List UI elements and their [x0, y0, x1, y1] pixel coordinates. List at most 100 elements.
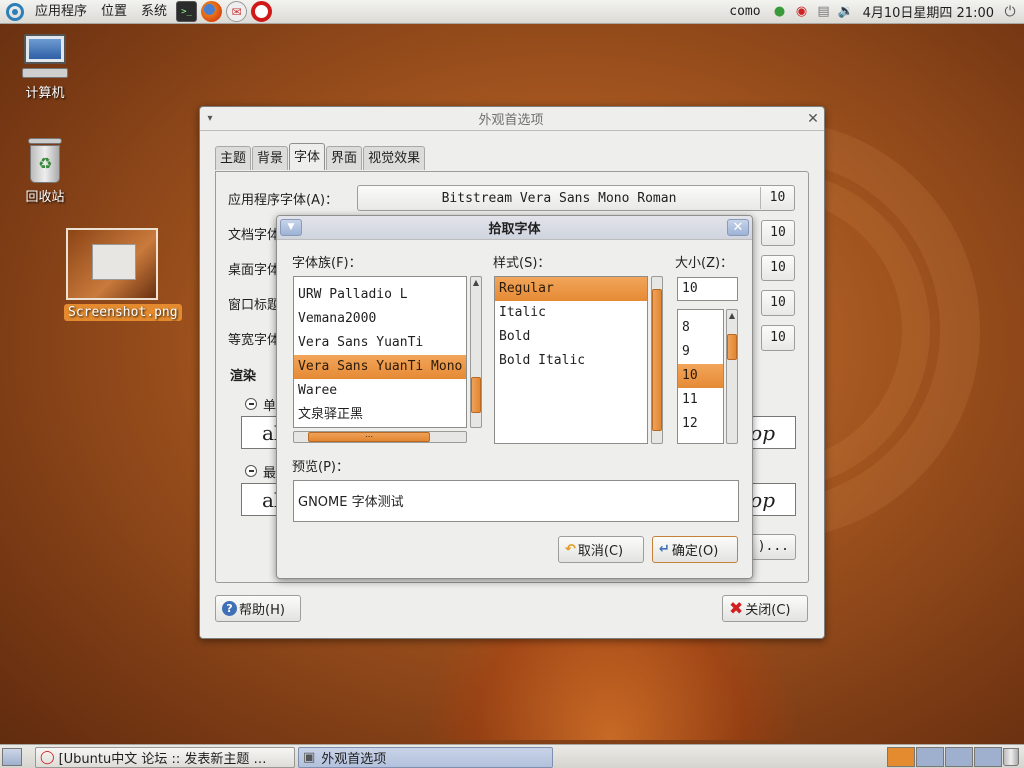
size-input[interactable]: 10 [677, 277, 738, 301]
taskbar-item-label: [Ubuntu中文 论坛 :: 发表新主题 … [58, 752, 267, 767]
family-item-selected[interactable]: Vera Sans YuanTi Mono [294, 355, 466, 379]
tab-interface[interactable]: 界面 [326, 146, 363, 170]
style-item[interactable]: Bold [495, 325, 647, 349]
family-item[interactable]: Vemana2000 [294, 307, 466, 331]
style-item[interactable]: Italic [495, 301, 647, 325]
scroll-thumb[interactable] [471, 377, 481, 413]
preview-field[interactable]: GNOME 字体测试 [293, 480, 739, 522]
taskbar-item-browser[interactable]: ◯ [Ubuntu中文 论坛 :: 发表新主题 … [35, 747, 295, 768]
close-button[interactable]: ✖ 关闭(C) [722, 595, 808, 622]
scroll-up-icon[interactable]: ▲ [471, 277, 481, 289]
workspace-3[interactable] [945, 747, 973, 767]
scroll-thumb[interactable]: ⋯ [308, 432, 430, 442]
menu-places[interactable]: 位置 [94, 0, 134, 24]
taskbar-item-appearance[interactable]: ▣ 外观首选项 [298, 747, 553, 768]
style-vscrollbar[interactable] [651, 276, 663, 444]
tab-theme[interactable]: 主题 [215, 146, 252, 170]
font-button-size: 10 [770, 295, 786, 310]
font-button-size: 10 [770, 260, 786, 275]
desktop-icon-label: 回收站 [25, 190, 65, 205]
style-item[interactable]: Bold Italic [495, 349, 647, 373]
window-title-font-button[interactable]: 10 [761, 290, 795, 316]
menu-applications[interactable]: 应用程序 [28, 0, 94, 24]
style-list[interactable]: Regular Italic Bold Bold Italic [494, 276, 648, 444]
window-titlebar[interactable]: ▾ 外观首选项 ✕ [200, 107, 824, 131]
rendering-radio-best[interactable] [245, 465, 257, 477]
network-icon[interactable]: ◉ [793, 3, 811, 21]
opera-icon: ◯ [40, 750, 55, 765]
size-vscrollbar[interactable]: ▲ [726, 309, 738, 444]
rendering-section-title: 渲染 [230, 369, 257, 384]
application-font-button[interactable]: Bitstream Vera Sans Mono Roman 10 [357, 185, 795, 211]
workspace-2[interactable] [916, 747, 944, 767]
show-desktop-icon[interactable] [2, 748, 22, 766]
shutdown-icon[interactable]: ⏻ [1000, 2, 1020, 22]
mail-launcher-icon[interactable]: ✉ [226, 1, 248, 22]
desktop-icon-screenshot[interactable]: Screenshot.png [64, 228, 182, 321]
family-item[interactable]: URW Palladio L [294, 283, 466, 307]
tab-visual-effects[interactable]: 视觉效果 [363, 146, 426, 170]
computer-icon [22, 34, 68, 80]
style-item-selected[interactable]: Regular [495, 277, 647, 301]
desktop-icon-computer[interactable]: 计算机 [0, 34, 90, 101]
window-menu-icon[interactable]: ▾ [200, 113, 220, 124]
desktop-icon-trash[interactable]: 回收站 [0, 138, 90, 205]
scroll-thumb[interactable] [727, 334, 737, 360]
font-button-name: Bitstream Vera Sans Mono Roman [441, 190, 677, 206]
family-hscrollbar[interactable]: ⋯ [293, 431, 467, 443]
tab-fonts[interactable]: 字体 [289, 143, 326, 170]
messenger-icon[interactable]: ● [771, 3, 789, 21]
volume-icon[interactable]: 🔉 [837, 3, 855, 21]
opera-launcher-icon[interactable] [251, 1, 273, 22]
family-item[interactable]: Vera Sans YuanTi [294, 331, 466, 355]
family-label: 字体族(F)： [292, 256, 362, 271]
tab-background[interactable]: 背景 [252, 146, 289, 170]
size-item-selected[interactable]: 10 [678, 364, 723, 388]
preview-label: 预览(P)： [292, 460, 349, 475]
help-button[interactable]: ? 帮助(H) [215, 595, 301, 622]
scroll-up-icon[interactable]: ▲ [727, 310, 737, 322]
ubuntu-logo-icon[interactable] [6, 2, 24, 21]
workspace-1[interactable] [887, 747, 915, 767]
bottom-panel: ◯ [Ubuntu中文 论坛 :: 发表新主题 … ▣ 外观首选项 [0, 744, 1024, 768]
workspace-4[interactable] [974, 747, 1002, 767]
font-picker-dialog: ▼ 拾取字体 ✕ 字体族(F)： URW Palladio L Vemana20… [276, 215, 753, 579]
desktop-icon-label: Screenshot.png [64, 304, 182, 321]
dialog-titlebar[interactable]: ▼ 拾取字体 ✕ [277, 216, 752, 240]
close-button-label: 关闭(C) [745, 603, 791, 618]
terminal-launcher-icon[interactable]: >_ [176, 1, 198, 22]
fixed-width-font-button[interactable]: 10 [761, 325, 795, 351]
printer-icon[interactable]: ▤ [815, 3, 833, 21]
size-list[interactable]: 8 9 10 11 12 [677, 309, 724, 444]
family-item[interactable]: 文泉驿正黑 [294, 403, 466, 427]
scroll-thumb[interactable] [652, 289, 662, 431]
cancel-button[interactable]: ↶ 取消(C) [558, 536, 644, 563]
menu-system[interactable]: 系统 [134, 0, 174, 24]
dialog-title: 拾取字体 [488, 222, 541, 237]
rendering-radio-monochrome[interactable] [245, 398, 257, 410]
sample-text-right: op [750, 421, 775, 445]
desktop-font-button[interactable]: 10 [761, 255, 795, 281]
size-item[interactable]: 9 [678, 340, 723, 364]
preferences-icon: ▣ [303, 750, 316, 765]
clock[interactable]: 4月10日星期四 21:00 [857, 2, 1000, 21]
family-item[interactable]: Waree [294, 379, 466, 403]
size-item[interactable]: 11 [678, 388, 723, 412]
window-menu-icon[interactable]: ▼ [280, 219, 302, 236]
firefox-launcher-icon[interactable] [201, 1, 223, 22]
ok-button[interactable]: ↵ 确定(O) [652, 536, 738, 563]
taskbar-item-label: 外观首选项 [321, 752, 387, 767]
font-button-size: 10 [760, 187, 794, 209]
desktop-icon-label: 计算机 [25, 86, 65, 101]
family-vscrollbar[interactable]: ▲ [470, 276, 482, 428]
panel-tray: como ● ◉ ▤ 🔉 4月10日星期四 21:00 ⏻ [721, 0, 1024, 24]
window-close-icon[interactable]: ✕ [727, 219, 749, 236]
user-switcher[interactable]: como [721, 4, 768, 19]
trash-applet-icon[interactable] [1003, 748, 1019, 766]
window-close-icon[interactable]: ✕ [802, 111, 824, 127]
font-row-label: 应用程序字体(A)： [228, 192, 339, 208]
family-list[interactable]: URW Palladio L Vemana2000 Vera Sans Yuan… [293, 276, 467, 428]
size-item[interactable]: 8 [678, 316, 723, 340]
size-item[interactable]: 12 [678, 412, 723, 436]
document-font-button[interactable]: 10 [761, 220, 795, 246]
